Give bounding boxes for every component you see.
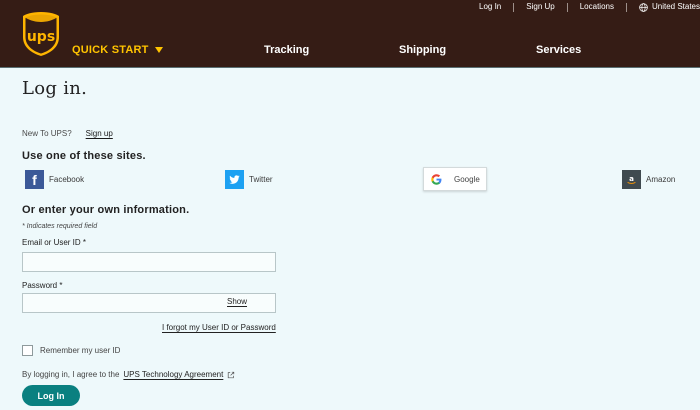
util-login-link[interactable]: Log In: [467, 2, 513, 12]
ups-logo[interactable]: ups: [22, 11, 60, 57]
util-locations-link[interactable]: Locations: [568, 2, 626, 12]
svg-text:a: a: [629, 174, 634, 183]
agreement-row: By logging in, I agree to the UPS Techno…: [22, 370, 235, 379]
google-label: Google: [454, 174, 480, 184]
signup-link[interactable]: Sign up: [86, 129, 113, 138]
globe-icon: [639, 2, 648, 12]
top-header: ups Log In Sign Up Locations United Stat…: [0, 0, 700, 68]
agree-prefix: By logging in, I agree to the: [22, 370, 120, 379]
facebook-icon: f: [25, 170, 44, 189]
required-note: * Indicates required field: [22, 223, 98, 230]
facebook-login[interactable]: f Facebook: [25, 170, 84, 189]
amazon-label: Amazon: [646, 175, 676, 184]
nav-services[interactable]: Services: [536, 44, 581, 56]
show-password-button[interactable]: Show: [227, 297, 247, 306]
nav-shipping[interactable]: Shipping: [399, 44, 446, 56]
nav-tracking[interactable]: Tracking: [264, 44, 309, 56]
quick-start-label: QUICK START: [72, 44, 149, 56]
twitter-login[interactable]: Twitter: [225, 170, 273, 189]
google-login[interactable]: Google: [423, 167, 487, 191]
locale-label: United States: [651, 2, 700, 11]
forgot-credentials-link[interactable]: I forgot my User ID or Password: [162, 323, 276, 332]
technology-agreement-link[interactable]: UPS Technology Agreement: [123, 370, 223, 379]
google-icon: [431, 173, 442, 185]
page-title: Log in.: [22, 78, 88, 99]
password-label: Password *: [22, 281, 63, 290]
external-link-icon: [228, 371, 235, 378]
utility-nav: Log In Sign Up Locations United States: [467, 0, 700, 14]
new-user-row: New To UPS? Sign up: [22, 129, 113, 138]
amazon-login[interactable]: a Amazon: [622, 170, 675, 189]
remember-label: Remember my user ID: [40, 346, 121, 355]
locale-selector[interactable]: United States: [627, 2, 700, 12]
login-button[interactable]: Log In: [22, 385, 80, 406]
form-heading: Or enter your own information.: [22, 204, 190, 216]
twitter-label: Twitter: [249, 175, 273, 184]
amazon-icon: a: [622, 170, 641, 189]
twitter-icon: [225, 170, 244, 189]
social-heading: Use one of these sites.: [22, 150, 146, 162]
email-input[interactable]: [22, 252, 276, 272]
remember-checkbox[interactable]: [22, 345, 33, 356]
new-to-ups-label: New To UPS?: [22, 129, 72, 138]
logo-text: ups: [27, 29, 55, 45]
quick-start-menu[interactable]: QUICK START: [72, 44, 163, 56]
email-label: Email or User ID *: [22, 238, 87, 247]
util-signup-link[interactable]: Sign Up: [514, 2, 566, 12]
caret-down-icon: [154, 47, 163, 53]
remember-row: Remember my user ID: [22, 345, 120, 356]
facebook-label: Facebook: [49, 175, 85, 184]
